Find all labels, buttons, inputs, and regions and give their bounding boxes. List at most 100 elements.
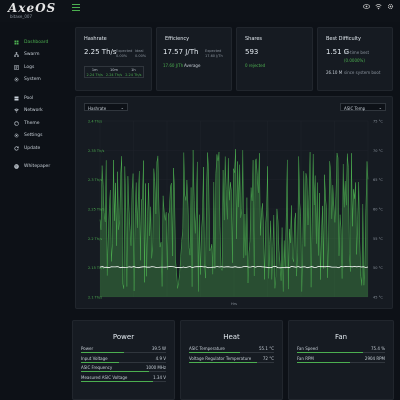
power-row-value: 4.9 V [155,355,166,361]
heat-card: Heat ASIC Temperature 55.1 °C Voltage Regu… [180,320,283,400]
heat-row-label: Voltage Regulator Temperature [189,355,252,361]
eye-icon[interactable] [363,3,370,10]
hashrate-value: 2.25 Th/s [84,48,117,56]
power-row-value: 1.34 V [153,374,166,380]
power-row-label: Measured ASIC Voltage [81,374,128,380]
sidebar-item-update[interactable]: Update [14,142,50,155]
hashrate-ideal-value: 0.00% [135,54,147,58]
power-row-bar [81,380,166,382]
fan-card: Fan Fan Speed 75.4 % Fan RPM 2904 RPM [288,320,394,400]
sidebar-item-network[interactable]: Network [14,105,50,118]
y-left-tick: 2.35 Th/s [88,149,104,153]
fan-title: Fan [334,333,348,341]
app-logo[interactable]: AxeOS [8,1,56,15]
cog-icon [14,133,19,138]
sidebar-item-label: Whitepaper [24,164,51,170]
hashrate-title: Hashrate [84,36,107,42]
best-difficulty-card: Best Difficulty 1.51 G all-time best (0.… [317,27,393,91]
heat-row: Voltage Regulator Temperature 72 °C [189,356,274,365]
sidebar-item-dashboard[interactable]: Dashboard [14,36,50,49]
power-row-label: Power [81,346,94,351]
heat-title: Heat [223,333,240,341]
power-row-value: 1000 MHz [145,365,166,370]
difficulty-title: Best Difficulty [326,36,361,42]
sidebar-item-label: Swarm [24,52,40,58]
fan-row: Fan Speed 75.4 % [297,346,385,355]
cog-icon [14,77,19,82]
sidebar-item-label: Update [24,145,41,151]
y-right-tick: 45 °C [373,296,383,300]
heat-row: ASIC Temperature 55.1 °C [189,346,274,355]
fan-row-bar [297,352,385,354]
power-row-bar [81,361,166,363]
shares-title: Shares [245,36,263,42]
power-card: Power Power 39.5 W Input Voltage 4.9 V ASIC … [72,320,175,400]
y-right-tick: 50 °C [373,266,383,270]
fan-row-label: Fan Speed [297,346,318,351]
power-row-label: Input Voltage [81,355,108,361]
hashrate-averages-table: 1m 10m 1h 2.24 Th/s 2.24 Th/s 2.24 Th/s [84,66,144,78]
efficiency-title: Efficiency [165,36,190,42]
shares-card: Shares 593 0 rejected [236,27,313,91]
dashboard-icon [14,40,19,45]
y-right-tick: 70 °C [373,149,383,153]
sidebar-item-label: Network [24,108,43,114]
sidebar-item-label: Pool [24,95,34,101]
hashrate-expected-label: Expected [116,49,133,53]
sidebar-item-pool[interactable]: Pool [14,92,50,105]
svg-text:B: B [15,165,17,169]
efficiency-card: Efficiency 17.57 J/Th Expected 17.60 J/T… [156,27,232,91]
fan-row-value: 2904 RPM [364,355,385,361]
sidebar-item-label: System [24,77,41,83]
hashrate-expected-value: 0.00% [116,54,128,58]
heat-row-bar [189,352,274,354]
top-bar: AxeOS bitaxe_007 [0,0,400,22]
hashrate-card: Hashrate 2.25 Th/s Expected 0.00% Ideal … [75,27,152,91]
efficiency-expected-label: Expected [205,49,222,53]
y-right-tick: 65 °C [373,178,383,182]
efficiency-expected-value: 17.60 J/Th [205,54,223,58]
power-row: ASIC Frequency 1000 MHz [81,365,166,374]
power-row: Power 39.5 W [81,346,166,355]
difficulty-session-value: 26.10 M [326,70,343,75]
difficulty-alltime-label: all-time best [344,50,370,55]
sidebar-item-settings[interactable]: Settings [14,130,50,143]
settings-icon[interactable] [387,3,394,10]
palette-icon [14,121,19,126]
power-row-label: ASIC Frequency [81,365,113,370]
menu-toggle-icon[interactable] [72,4,80,12]
hashrate-chart-card: Hashrate ⌄ ASIC Temp ⌄ 2.4 Th/s 75 °C 2.35… [75,96,393,309]
hashrate-10m-value: 2.24 Th/s [105,72,123,77]
power-title: Power [112,333,135,341]
sidebar-item-theme[interactable]: Theme [14,117,50,130]
y-right-tick: 75 °C [373,120,383,124]
difficulty-session-label: since system boot [344,70,381,75]
fan-row-label: Fan RPM [297,355,314,361]
heat-row-bar [189,361,274,363]
server-icon [14,96,19,101]
hashrate-temp-chart[interactable]: 2.4 Th/s 75 °C2.35 Th/s 70 °C2.3 Th/s 65 °C… [76,97,392,308]
fan-row: Fan RPM 2904 RPM [297,356,385,365]
power-row-bar [81,352,166,354]
wifi-status-icon [375,3,382,10]
sidebar-item-whitepaper[interactable]: B Whitepaper [14,161,50,174]
fan-row-bar [297,361,385,363]
hashrate-ideal-label: Ideal [135,49,144,53]
heat-row-value: 72 °C [262,355,274,361]
x-axis-label: Hrs [231,302,237,306]
power-row: Measured ASIC Voltage 1.34 V [81,375,166,384]
bitcoin-icon: B [14,164,19,169]
sidebar-item-label: Logs [24,64,35,70]
wifi-icon [14,108,19,113]
sidebar-item-system[interactable]: System [14,74,50,87]
heat-row-value: 55.1 °C [259,346,274,351]
fan-row-value: 75.4 % [371,346,385,351]
sidebar-item-label: Dashboard [24,39,49,45]
power-row-bar [81,371,166,373]
device-name: bitaxe_007 [10,14,33,19]
sidebar-item-logs[interactable]: Logs [14,61,50,74]
hashrate-1m-value: 2.24 Th/s [86,72,103,77]
sidebar-item-swarm[interactable]: Swarm [14,49,50,62]
shares-value: 593 [245,48,259,56]
difficulty-percent: (0.0000%) [344,58,365,63]
